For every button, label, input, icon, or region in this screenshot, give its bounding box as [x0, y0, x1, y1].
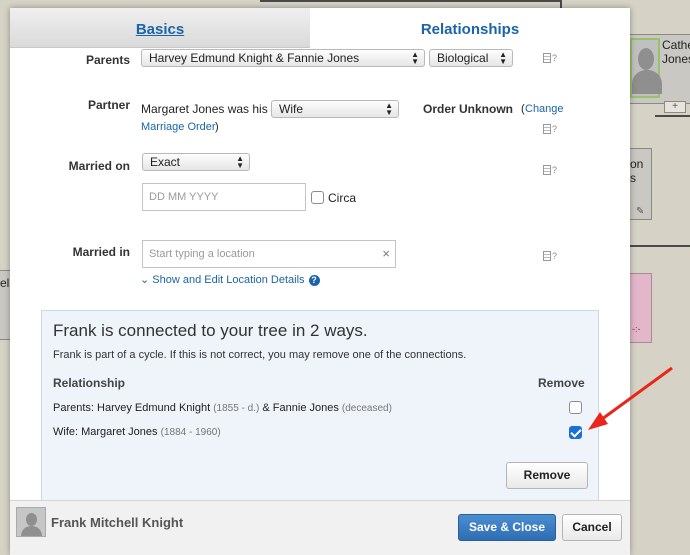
help-icon[interactable]: ? [543, 53, 557, 63]
help-icon[interactable]: ? [543, 251, 557, 261]
partner-label: Partner [87, 98, 130, 112]
tree-connector-line [630, 245, 690, 247]
parents-select[interactable]: Harvey Edmund Knight & Fannie Jones ▲ ▼ [141, 49, 425, 67]
parent-type-value: Biological [437, 51, 489, 65]
show-location-details-link[interactable]: ⌄ Show and Edit Location Details? [140, 273, 320, 286]
cancel-button[interactable]: Cancel [562, 514, 622, 541]
relationship-row: Wife: Margaret Jones (1884 - 1960) [53, 426, 221, 438]
change-marriage-order-link[interactable]: Change [525, 103, 564, 115]
tree-person-name: Cathe [662, 38, 690, 52]
select-arrows-icon: ▲ ▼ [385, 101, 393, 117]
date-qualifier-select[interactable]: Exact ▲ ▼ [142, 153, 250, 171]
tree-connector-line [655, 115, 690, 117]
cycle-notice-title: Frank is connected to your tree in 2 way… [53, 321, 368, 340]
relationships-panel[interactable]: Parents Harvey Edmund Knight & Fannie Jo… [10, 48, 630, 500]
relationship-icon: -:- [632, 324, 641, 334]
chevron-down-icon: ⌄ [140, 274, 150, 286]
change-order-paren: ) [215, 121, 219, 133]
relationship-column-header: Relationship [53, 376, 126, 390]
person-name: Frank Mitchell Knight [51, 515, 184, 530]
tree-person-name: Jones [662, 52, 690, 66]
date-qualifier-value: Exact [150, 155, 181, 169]
help-icon[interactable]: ? [543, 124, 557, 134]
parents-label: Parents [85, 53, 130, 67]
remove-column-header: Remove [538, 376, 585, 390]
marriage-location-input[interactable]: Start typing a location × [142, 240, 396, 268]
cycle-notice-panel: Frank is connected to your tree in 2 way… [41, 310, 599, 500]
cycle-notice-subtitle: Frank is part of a cycle. If this is not… [53, 349, 467, 361]
select-arrows-icon: ▲ ▼ [499, 50, 507, 66]
circa-label: Circa [328, 191, 357, 205]
circa-checkbox[interactable] [311, 191, 324, 204]
order-status-text: Order Unknown [423, 102, 514, 116]
married-in-label: Married in [72, 245, 130, 259]
remove-button[interactable]: Remove [506, 462, 588, 489]
remove-parents-checkbox[interactable] [569, 401, 582, 414]
parents-value: Harvey Edmund Knight & Fannie Jones [149, 51, 360, 65]
edit-pencil-icon[interactable]: ✎ [636, 204, 644, 219]
dialog-footer: Frank Mitchell Knight Save & Close Cance… [10, 500, 630, 555]
select-arrows-icon: ▲ ▼ [411, 50, 419, 66]
tree-person-avatar [630, 38, 662, 98]
parent-type-select[interactable]: Biological ▲ ▼ [429, 49, 513, 67]
info-icon[interactable]: ? [308, 275, 320, 286]
partner-relation-value: Wife [279, 102, 303, 116]
person-avatar [16, 507, 46, 537]
tree-connector-line [260, 0, 560, 2]
marriage-date-input[interactable]: DD MM YYYY [142, 183, 306, 211]
partner-prefix-text: Margaret Jones was his [141, 102, 268, 116]
tab-basics[interactable]: Basics [10, 8, 310, 48]
change-marriage-order-link[interactable]: Marriage Order [141, 121, 216, 133]
tab-relationships[interactable]: Relationships [310, 8, 630, 48]
select-arrows-icon: ▲ ▼ [236, 154, 244, 170]
married-on-label: Married on [68, 159, 130, 173]
tree-person-name: on [630, 157, 644, 171]
tree-person-name: el [0, 276, 10, 290]
relationship-row: Parents: Harvey Edmund Knight (1855 - d.… [53, 402, 392, 414]
tree-person-name: s [630, 171, 636, 185]
clear-icon[interactable]: × [382, 241, 390, 267]
remove-wife-checkbox[interactable] [569, 426, 582, 439]
add-person-icon[interactable]: + [664, 101, 686, 113]
help-icon[interactable]: ? [543, 165, 557, 175]
partner-relation-select[interactable]: Wife ▲ ▼ [271, 100, 399, 118]
save-close-button[interactable]: Save & Close [458, 514, 556, 541]
edit-relationships-dialog: Basics Relationships Parents Harvey Edmu… [10, 8, 630, 555]
